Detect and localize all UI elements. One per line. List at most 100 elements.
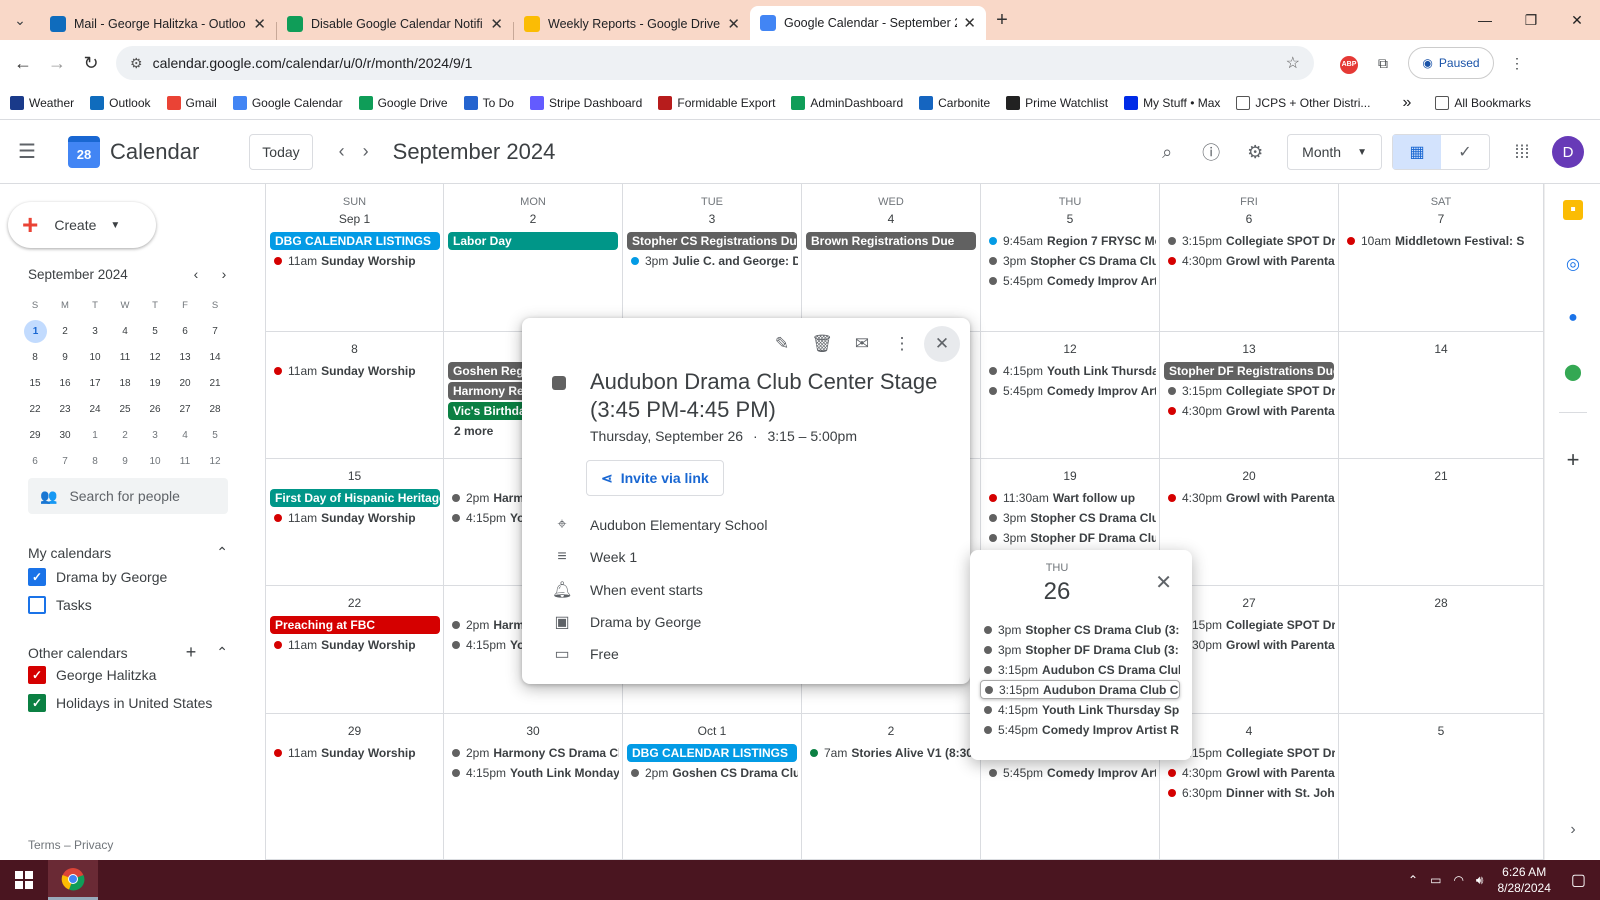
bookmark-star-icon[interactable]: ☆ xyxy=(1286,53,1300,73)
forward-icon[interactable]: → xyxy=(40,53,74,74)
mini-day[interactable]: 2 xyxy=(110,424,140,447)
calendar-event[interactable]: 11:30am Wart follow up xyxy=(985,489,1156,507)
calendar-event[interactable]: Brown Registrations Due xyxy=(806,232,976,250)
day-popup-event[interactable]: 5:45pm Comedy Improv Artist R xyxy=(980,720,1180,739)
email-guests-icon[interactable]: ✉ xyxy=(844,326,880,362)
restore-icon[interactable]: ❐ xyxy=(1508,0,1554,40)
day-cell[interactable]: 21 xyxy=(1339,459,1544,586)
calendar-event[interactable]: 6:30pm Dinner with St. John xyxy=(1164,784,1335,802)
day-number[interactable]: 15 xyxy=(266,469,443,483)
mini-day[interactable]: 1 xyxy=(24,320,47,343)
calendar-event[interactable]: 9:45am Region 7 FRYSC Me xyxy=(985,232,1156,250)
taskbar-clock[interactable]: 6:26 AM 8/28/2024 xyxy=(1497,864,1550,896)
calendar-event[interactable]: 4:30pm Growl with Parental xyxy=(1164,252,1335,270)
day-number[interactable]: 20 xyxy=(1160,469,1338,483)
bookmark-item[interactable]: Carbonite xyxy=(919,95,990,110)
add-calendar-plus-icon[interactable]: + xyxy=(186,642,197,663)
day-cell[interactable]: 28 xyxy=(1339,586,1544,714)
calendar-event[interactable]: Labor Day xyxy=(448,232,618,250)
calendar-event[interactable]: 3pm Stopher CS Drama Club xyxy=(985,252,1156,270)
day-number[interactable]: 4 xyxy=(802,212,980,226)
mini-day[interactable]: 15 xyxy=(20,372,50,395)
reload-icon[interactable]: ↻ xyxy=(74,53,108,74)
avatar[interactable]: D xyxy=(1552,136,1584,168)
mini-day[interactable]: 17 xyxy=(80,372,110,395)
calendar-list-item[interactable]: ✓ Holidays in United States xyxy=(28,694,212,712)
mini-day[interactable]: 16 xyxy=(50,372,80,395)
delete-trash-icon[interactable]: 🗑 xyxy=(804,326,840,362)
day-number[interactable]: 5 xyxy=(1339,724,1543,738)
mini-day[interactable]: 7 xyxy=(50,450,80,473)
calendar-event[interactable]: 5:45pm Comedy Improv Arti xyxy=(985,764,1156,782)
day-number[interactable]: 12 xyxy=(981,342,1159,356)
calendar-event[interactable]: 2pm Harmony CS Drama Clu xyxy=(448,744,619,762)
extensions-puzzle-icon[interactable]: ⧉ xyxy=(1366,55,1400,72)
tab-close-icon[interactable]: ✕ xyxy=(727,15,740,33)
mini-day[interactable]: 28 xyxy=(200,398,230,421)
notifications-icon[interactable]: ▢ xyxy=(1571,870,1586,890)
day-number[interactable]: 14 xyxy=(1339,342,1543,356)
adblock-extension-icon[interactable]: ABP xyxy=(1332,53,1366,74)
calendar-event[interactable]: 3pm Julie C. and George: Dr xyxy=(627,252,798,270)
new-tab-button[interactable]: + xyxy=(986,9,1018,32)
settings-gear-icon[interactable]: ⚙ xyxy=(1233,142,1277,163)
day-number[interactable]: 5 xyxy=(981,212,1159,226)
all-bookmarks-button[interactable]: All Bookmarks xyxy=(1435,95,1531,110)
calendar-checkbox[interactable] xyxy=(28,596,46,614)
day-number[interactable]: 28 xyxy=(1339,596,1543,610)
show-hidden-icons-chevron-icon[interactable]: ⌃ xyxy=(1408,873,1418,887)
bookmark-item[interactable]: AdminDashboard xyxy=(791,95,903,110)
calendar-list-item[interactable]: Tasks xyxy=(28,596,92,614)
mini-day[interactable]: 12 xyxy=(200,450,230,473)
mini-day[interactable]: 2 xyxy=(50,320,80,343)
bookmark-item[interactable]: JCPS + Other Distri... xyxy=(1236,95,1370,110)
browser-tab[interactable]: Mail - George Halitzka - Outloo ✕ xyxy=(40,8,276,40)
day-popup-event[interactable]: 3:15pm Audubon Drama Club Ce xyxy=(980,680,1180,699)
mini-day[interactable]: 8 xyxy=(80,450,110,473)
calendar-event[interactable]: 5:45pm Comedy Improv Arti xyxy=(985,382,1156,400)
day-cell[interactable]: SAT 7 10am Middletown Festival: S xyxy=(1339,184,1544,332)
invite-via-link-button[interactable]: ⋖ Invite via link xyxy=(586,460,724,496)
day-popup-event[interactable]: 3pm Stopher CS Drama Club (3: xyxy=(980,620,1180,639)
my-calendars-header[interactable]: My calendars ⌃ xyxy=(28,544,228,561)
day-cell[interactable]: FRI 6 3:15pm Collegiate SPOT Dra 4:30pm Growl… xyxy=(1160,184,1339,332)
calendar-event[interactable]: 3pm Stopher CS Drama Club xyxy=(985,509,1156,527)
day-cell[interactable]: 2 7am Stories Alive V1 (8:30 A xyxy=(802,714,981,860)
day-cell[interactable]: 30 2pm Harmony CS Drama Clu 4:15pm Youth Lin… xyxy=(444,714,623,860)
calendar-view-icon[interactable]: ▦ xyxy=(1393,135,1441,169)
calendar-list-item[interactable]: ✓ George Halitzka xyxy=(28,666,156,684)
calendar-event[interactable]: 11am Sunday Worship xyxy=(270,362,441,380)
mini-day[interactable]: 10 xyxy=(140,450,170,473)
bookmark-item[interactable]: Google Calendar xyxy=(232,95,343,110)
view-selector[interactable]: Month ▼ xyxy=(1287,134,1382,170)
site-info-icon[interactable]: ⚙ xyxy=(130,55,143,72)
close-icon[interactable]: ✕ xyxy=(1155,570,1172,595)
more-options-icon[interactable]: ⋮ xyxy=(884,326,920,362)
calendar-event[interactable]: 3:15pm Collegiate SPOT Dra xyxy=(1164,382,1335,400)
day-cell[interactable]: Oct 1 DBG CALENDAR LISTINGS 2pm Goshen CS D… xyxy=(623,714,802,860)
mini-day[interactable]: 9 xyxy=(110,450,140,473)
mini-day[interactable]: 13 xyxy=(170,346,200,369)
calendar-event[interactable]: Preaching at FBC xyxy=(270,616,440,634)
day-cell[interactable]: 5 xyxy=(1339,714,1544,860)
mini-day[interactable]: 6 xyxy=(170,320,200,343)
bookmark-item[interactable]: Stripe Dashboard xyxy=(529,95,642,110)
day-number[interactable]: Sep 1 xyxy=(266,212,443,226)
wifi-icon[interactable]: ◠ xyxy=(1453,873,1463,887)
close-icon[interactable]: ✕ xyxy=(924,326,960,362)
day-popup-event[interactable]: 3pm Stopher DF Drama Club (3: xyxy=(980,640,1180,659)
more-events-link[interactable]: 2 more xyxy=(454,424,493,438)
day-cell[interactable]: 29 11am Sunday Worship xyxy=(265,714,444,860)
day-cell[interactable]: SUN Sep 1 DBG CALENDAR LISTINGS 11am Sunday … xyxy=(265,184,444,332)
search-people-input[interactable]: 👥 Search for people xyxy=(28,478,228,514)
apps-grid-icon[interactable]: ⁞⁞⁞ xyxy=(1500,142,1544,163)
chrome-taskbar-icon[interactable] xyxy=(48,860,98,900)
mini-day[interactable]: 18 xyxy=(110,372,140,395)
mini-day[interactable]: 27 xyxy=(170,398,200,421)
day-number[interactable]: 13 xyxy=(1160,342,1338,356)
calendar-event[interactable]: 10am Middletown Festival: S xyxy=(1343,232,1540,250)
day-cell[interactable]: THU 5 9:45am Region 7 FRYSC Me 3pm Stopher CS… xyxy=(981,184,1160,332)
calendar-checkbox[interactable]: ✓ xyxy=(28,694,46,712)
calendar-event[interactable]: 3:15pm Collegiate SPOT Dra xyxy=(1164,232,1335,250)
calendar-event[interactable]: 3pm Stopher DF Drama Club xyxy=(985,529,1156,547)
